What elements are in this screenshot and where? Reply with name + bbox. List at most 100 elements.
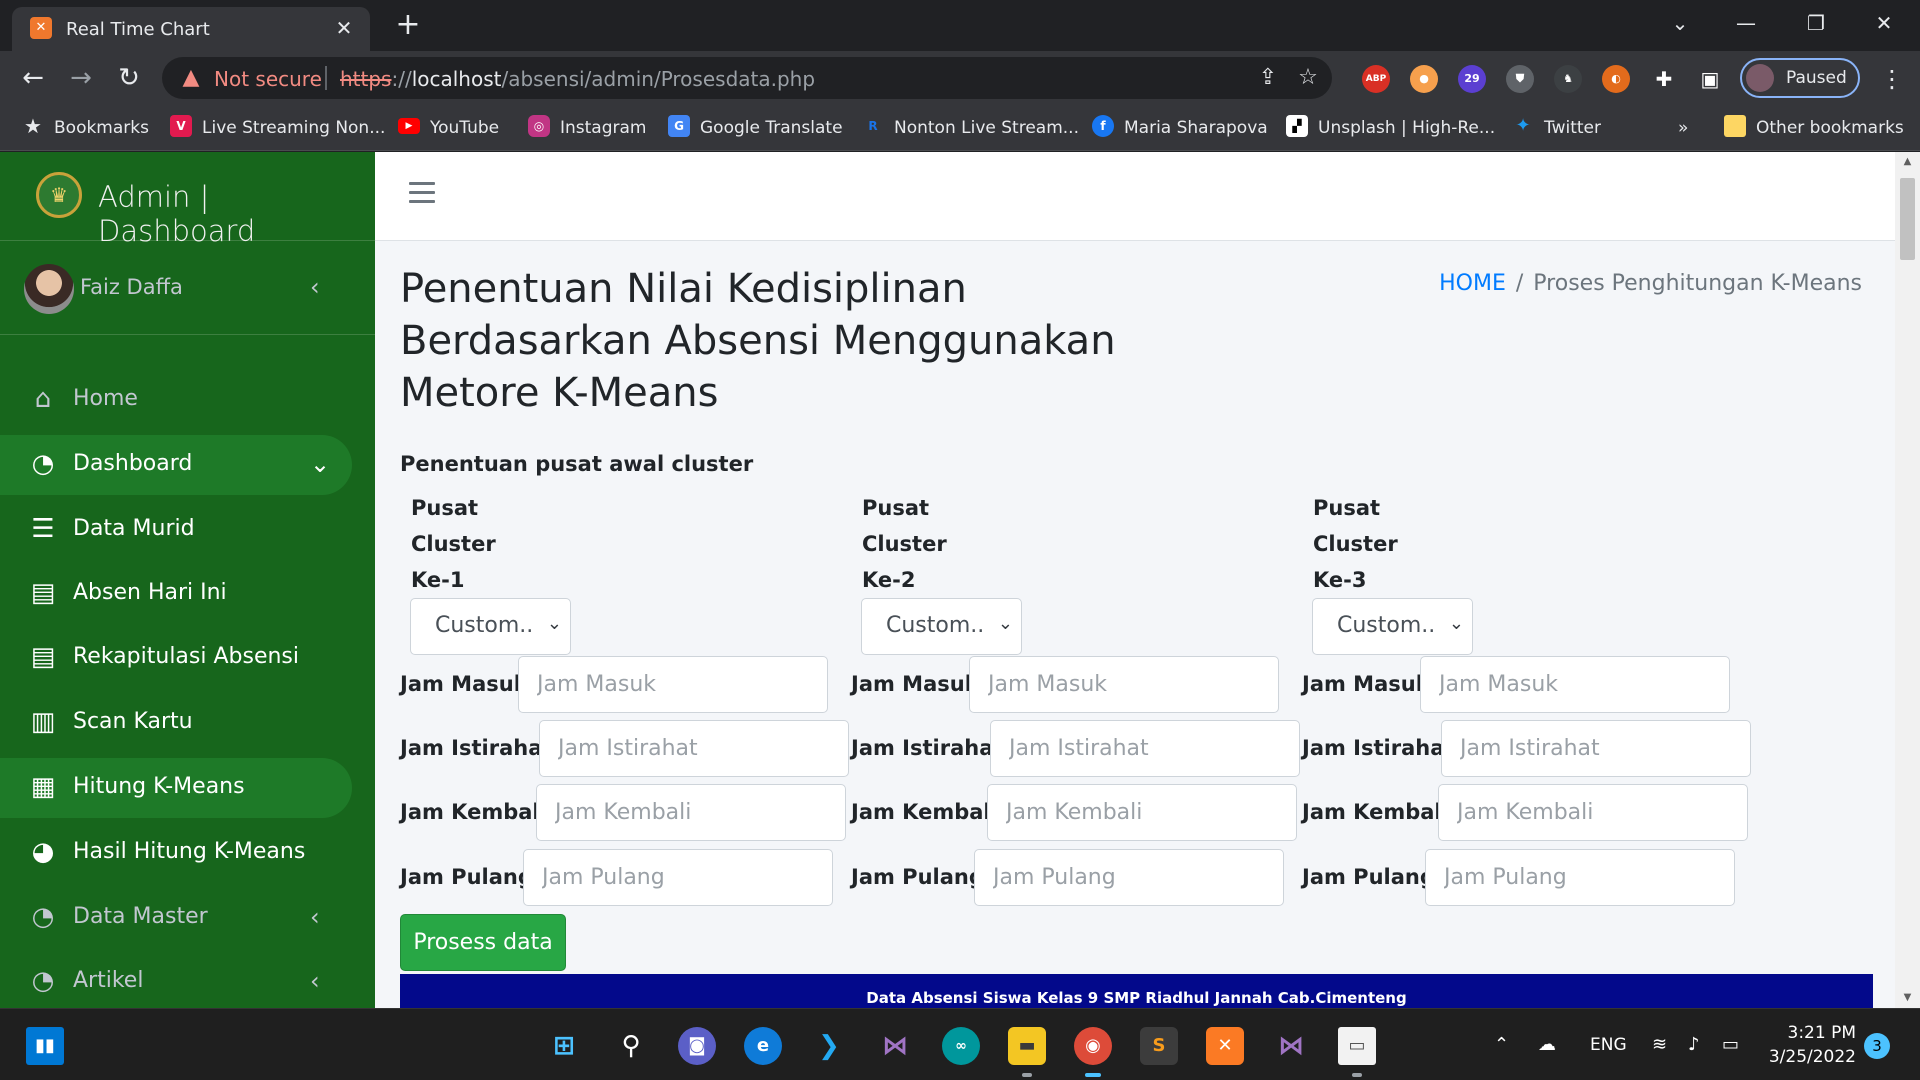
database-icon: ☰ <box>31 514 55 544</box>
url-text[interactable]: https://localhost/absensi/admin/Prosesda… <box>340 67 815 91</box>
field-label: Jam Pulang <box>851 865 984 889</box>
bookmark-item[interactable]: ◎ Instagram <box>528 114 647 142</box>
sidebar-item-dashboard[interactable]: ◔ Dashboard ⌄ <box>0 435 352 495</box>
sidebar-item-rekapitulasi-absensi[interactable]: ▤ Rekapitulasi Absensi <box>0 628 352 688</box>
user-panel[interactable]: Faiz Daffa ‹ <box>0 241 375 335</box>
volume-icon[interactable]: ♪ <box>1688 1031 1700 1059</box>
cluster-3-jam-pulang-input[interactable] <box>1425 849 1735 906</box>
edge-icon[interactable]: e <box>744 1027 782 1065</box>
cluster-1-select[interactable]: Custom.. ⌄ <box>410 598 571 655</box>
notification-badge[interactable]: 3 <box>1864 1033 1890 1059</box>
cluster-1-jam-istirahat-input[interactable] <box>539 720 849 777</box>
page-scrollbar[interactable]: ▲ ▼ <box>1895 152 1920 1008</box>
bookmark-item[interactable]: ✦ Twitter <box>1512 114 1601 142</box>
reload-icon[interactable]: ↻ <box>112 61 146 95</box>
close-tab-icon[interactable]: ✕ <box>332 16 356 40</box>
start-windows-icon[interactable]: ⊞ <box>545 1027 583 1065</box>
sidebar-item-absen-hari-ini[interactable]: ▤ Absen Hari Ini <box>0 564 352 624</box>
chrome-icon[interactable]: ◉ <box>1074 1027 1112 1065</box>
cluster-2-select[interactable]: Custom.. ⌄ <box>861 598 1022 655</box>
browser-tab[interactable]: ✕ Real Time Chart ✕ <box>12 7 370 51</box>
bookmark-item[interactable]: G Google Translate <box>668 114 843 142</box>
sidebar-item-hitung-k-means[interactable]: ▦ Hitung K-Means <box>0 758 352 818</box>
penguin-extension-icon[interactable]: ♞ <box>1554 65 1582 93</box>
chevron-up-icon[interactable]: ⌃ <box>1494 1031 1509 1059</box>
bookmark-star-icon[interactable]: ☆ <box>1294 64 1322 92</box>
back-icon[interactable]: ← <box>16 61 50 95</box>
wifi-icon[interactable]: ≋ <box>1652 1031 1667 1059</box>
profile-button[interactable]: Paused <box>1740 58 1860 98</box>
forward-icon[interactable]: → <box>64 61 98 95</box>
window-close-button[interactable]: ✕ <box>1864 8 1904 38</box>
cluster-3-jam-masuk-input[interactable] <box>1420 656 1730 713</box>
extension-icon[interactable]: ◐ <box>1602 65 1630 93</box>
cluster-1-jam-pulang-input[interactable] <box>523 849 833 906</box>
field-label: Jam Pulang <box>1302 865 1435 889</box>
visual-studio-icon[interactable]: ⋈ <box>1272 1027 1310 1065</box>
cluster-2-jam-pulang-input[interactable] <box>974 849 1284 906</box>
sidebar-item-data-murid[interactable]: ☰ Data Murid <box>0 500 352 560</box>
bookmark-label: YouTube <box>430 118 500 138</box>
bookmark-item[interactable]: ★ Bookmarks <box>22 114 149 142</box>
not-secure-label[interactable]: Not secure <box>214 67 322 91</box>
extension-badge-icon[interactable]: 29 <box>1458 65 1486 93</box>
cluster-2-jam-kembali-input[interactable] <box>987 784 1297 841</box>
brand-link[interactable]: ♛ Admin | Dashboard <box>0 152 375 248</box>
cluster-3-select[interactable]: Custom.. ⌄ <box>1312 598 1473 655</box>
puzzle-icon[interactable]: ✚ <box>1650 65 1678 93</box>
browser-menu-icon[interactable]: ⋮ <box>1880 65 1904 93</box>
file-explorer-icon[interactable]: ▬ <box>1008 1027 1046 1065</box>
arduino-icon[interactable]: ∞ <box>942 1027 980 1065</box>
scroll-up-icon[interactable]: ▲ <box>1895 152 1920 172</box>
more-bookmarks-button[interactable]: » <box>1678 114 1688 142</box>
hamburger-menu-icon[interactable] <box>409 182 435 204</box>
address-bar[interactable]: ▲ Not secure https://localhost/absensi/a… <box>162 57 1332 99</box>
sidebar-item-label: Data Master <box>73 904 208 929</box>
side-panel-icon[interactable]: ▣ <box>1696 65 1724 93</box>
cluster-1-jam-masuk-input[interactable] <box>518 656 828 713</box>
other-bookmarks[interactable]: Other bookmarks <box>1724 114 1904 142</box>
new-tab-button[interactable]: + <box>392 10 424 42</box>
scroll-thumb[interactable] <box>1900 178 1915 260</box>
minimize-button[interactable]: — <box>1726 8 1766 38</box>
cluster-1-jam-kembali-input[interactable] <box>536 784 846 841</box>
battery-icon[interactable]: ▭ <box>1722 1031 1739 1059</box>
sidebar-item-label: Home <box>73 386 138 411</box>
sidebar-item-data-master[interactable]: ◔ Data Master ‹ <box>0 888 352 948</box>
language-indicator[interactable]: ENG <box>1590 1031 1627 1059</box>
onedrive-icon[interactable]: ☁ <box>1538 1031 1556 1059</box>
restore-button[interactable]: ❐ <box>1796 8 1836 38</box>
sidebar-item-scan-kartu[interactable]: ▥ Scan Kartu <box>0 693 352 753</box>
tab-search-icon[interactable]: ⌄ <box>1660 8 1700 38</box>
widgets-icon[interactable]: ▮▮ <box>26 1027 64 1065</box>
bookmark-item[interactable]: R Nonton Live Stream... <box>862 114 1079 142</box>
document-icon[interactable]: ▭ <box>1338 1027 1376 1065</box>
bookmark-item[interactable]: f Maria Sharapova <box>1092 114 1268 142</box>
bookmark-item[interactable]: ▞ Unsplash | High-Re... <box>1286 114 1495 142</box>
vscode-icon[interactable]: ❯ <box>810 1027 848 1065</box>
cluster-3-jam-istirahat-input[interactable] <box>1441 720 1751 777</box>
chevron-left-icon[interactable]: ‹ <box>310 275 320 299</box>
bookmark-item[interactable]: V Live Streaming Non... <box>170 114 385 142</box>
sidebar-item-artikel[interactable]: ◔ Artikel ‹ <box>0 952 352 1008</box>
extension-icon[interactable]: ● <box>1410 65 1438 93</box>
proses-data-button[interactable]: Prosess data <box>400 914 566 971</box>
cluster-2-jam-masuk-input[interactable] <box>969 656 1279 713</box>
system-clock[interactable]: 3:21 PM 3/25/2022 <box>1768 1021 1856 1069</box>
share-icon[interactable]: ⇪ <box>1254 64 1282 92</box>
sidebar-item-home[interactable]: ⌂ Home <box>0 370 352 430</box>
sidebar-item-hasil-hitung-k-means[interactable]: ◕ Hasil Hitung K-Means <box>0 823 352 883</box>
breadcrumb-home-link[interactable]: HOME <box>1439 271 1506 296</box>
warning-icon[interactable]: ▲ <box>178 65 204 91</box>
cluster-2-jam-istirahat-input[interactable] <box>990 720 1300 777</box>
visual-studio-icon[interactable]: ⋈ <box>876 1027 914 1065</box>
cluster-3-jam-kembali-input[interactable] <box>1438 784 1748 841</box>
scroll-down-icon[interactable]: ▼ <box>1895 988 1920 1008</box>
bookmark-item[interactable]: ▶ YouTube <box>398 114 499 142</box>
adblock-extension-icon[interactable]: ABP <box>1362 65 1390 93</box>
search-icon[interactable]: ⚲ <box>612 1027 650 1065</box>
xampp-icon[interactable]: ✕ <box>1206 1027 1244 1065</box>
sublime-text-icon[interactable]: S <box>1140 1027 1178 1065</box>
shield-extension-icon[interactable]: ⛊ <box>1506 65 1534 93</box>
chat-icon[interactable]: ◙ <box>678 1027 716 1065</box>
